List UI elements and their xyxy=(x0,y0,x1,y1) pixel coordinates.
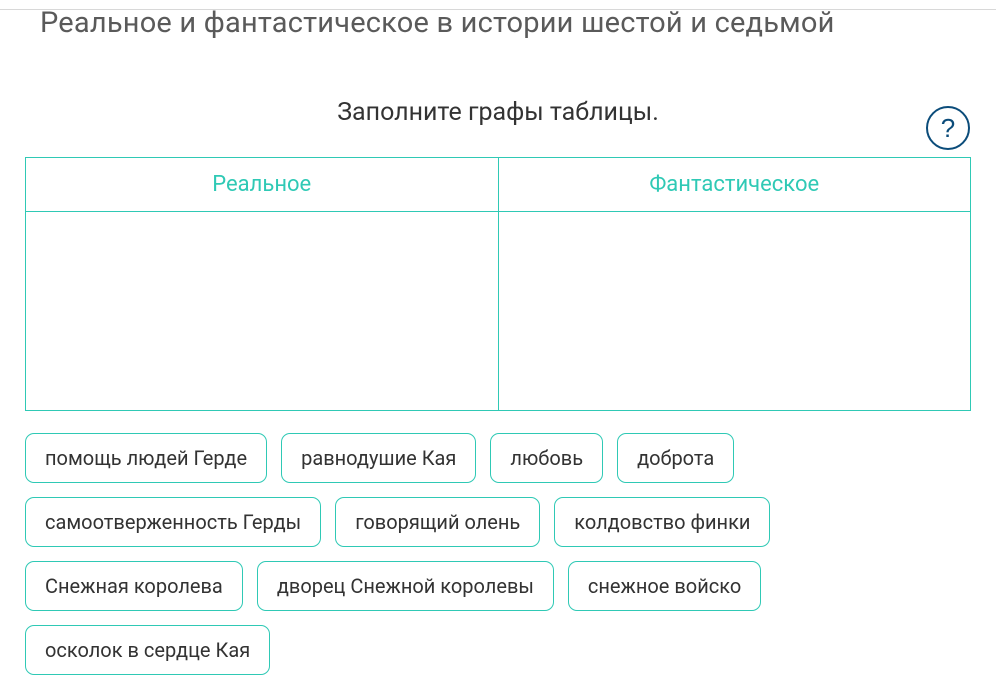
chip-item[interactable]: помощь людей Герде xyxy=(25,433,267,483)
chip-item[interactable]: любовь xyxy=(490,433,603,483)
page-title: Реальное и фантастическое в истории шест… xyxy=(40,6,971,40)
table-body-row xyxy=(26,212,970,410)
chip-item[interactable]: доброта xyxy=(617,433,734,483)
chip-item[interactable]: Снежная королева xyxy=(25,561,243,611)
chip-item[interactable]: дворец Снежной королевы xyxy=(257,561,554,611)
main-container: Реальное и фантастическое в истории шест… xyxy=(0,6,996,675)
table-header-fantastic: Фантастическое xyxy=(499,158,971,212)
top-divider xyxy=(0,9,996,10)
chip-item[interactable]: равнодушие Кая xyxy=(281,433,476,483)
table-header-row: Реальное Фантастическое xyxy=(26,158,970,212)
help-icon: ? xyxy=(941,113,955,144)
classification-table: Реальное Фантастическое xyxy=(25,157,971,411)
chip-item[interactable]: снежное войско xyxy=(568,561,761,611)
chip-item[interactable]: колдовство финки xyxy=(554,497,770,547)
instruction-text: Заполните графы таблицы. xyxy=(25,98,971,127)
chip-item[interactable]: самоотверженность Герды xyxy=(25,497,321,547)
drop-zone-real[interactable] xyxy=(26,212,499,410)
drop-zone-fantastic[interactable] xyxy=(499,212,971,410)
table-header-real: Реальное xyxy=(26,158,499,212)
chip-item[interactable]: осколок в сердце Кая xyxy=(25,625,270,675)
chips-pool: помощь людей Герде равнодушие Кая любовь… xyxy=(25,433,971,675)
help-button[interactable]: ? xyxy=(926,106,970,150)
chip-item[interactable]: говорящий олень xyxy=(335,497,540,547)
